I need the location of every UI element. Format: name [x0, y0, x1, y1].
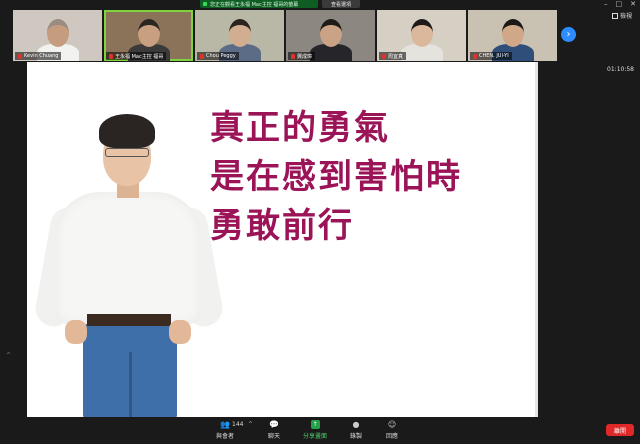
sharing-text: 您正在觀看王永福 Mac主控 福哥的螢幕	[210, 1, 299, 8]
record-icon: ●	[352, 420, 360, 429]
slide-edge	[535, 62, 538, 417]
participant-name-text: 王永福 Mac主控 福哥	[115, 53, 164, 60]
participant-face	[320, 19, 342, 47]
participant-tile[interactable]: 王永福 Mac主控 福哥	[104, 10, 193, 61]
mic-muted-icon	[18, 53, 22, 59]
participant-face	[47, 19, 69, 47]
participant-tile[interactable]: Kevin Chuang	[13, 10, 102, 61]
quote-line: 真正的勇氣	[210, 108, 390, 148]
meeting-timer: 01:10:58	[607, 66, 634, 73]
share-screen-icon: ↑	[310, 420, 320, 429]
minimize-icon[interactable]: –	[604, 0, 608, 8]
grid-view-icon	[611, 12, 618, 19]
record-label: 錄製	[350, 433, 363, 440]
chat-button[interactable]: 💬 聊天	[268, 420, 280, 440]
participant-gallery: Kevin Chuang 王永福 Mac主控 福哥 Chou Peggy 龔成璋 周宜真…	[13, 10, 557, 61]
participant-name: Kevin Chuang	[15, 52, 62, 60]
participant-face	[502, 19, 524, 47]
participant-face	[138, 19, 160, 47]
reaction-icon: ☺	[387, 420, 397, 429]
view-toggle-label: 檢視	[619, 13, 632, 20]
mic-muted-icon	[291, 53, 295, 59]
participant-name-text: 周宜真	[388, 53, 404, 60]
view-options-button[interactable]: 查看選項	[322, 0, 360, 8]
participant-name-text: 龔成璋	[297, 53, 313, 60]
sharing-indicator[interactable]: 您正在觀看王永福 Mac主控 福哥的螢幕	[200, 0, 318, 8]
gallery-next-button[interactable]: ›	[561, 27, 576, 42]
view-toggle-button[interactable]: 檢視	[611, 11, 632, 20]
participant-name: CHEN, JUI-YI	[470, 52, 512, 60]
quote-line: 是在感到害怕時	[210, 157, 462, 197]
chevron-up-icon[interactable]: ^	[6, 352, 11, 359]
reactions-label: 回應	[386, 433, 399, 440]
participant-tile[interactable]: Chou Peggy	[195, 10, 284, 61]
share-screen-label: 分享畫面	[303, 433, 328, 440]
chevron-right-icon: ›	[566, 29, 571, 40]
record-button[interactable]: ● 錄製	[350, 420, 362, 440]
participant-name-text: Kevin Chuang	[24, 53, 59, 59]
participants-count: 144	[232, 421, 244, 428]
mic-muted-icon	[473, 53, 477, 59]
slide-quote: 真正的勇氣 是在感到害怕時 勇敢前行	[210, 104, 462, 251]
participant-name: 龔成璋	[288, 52, 316, 60]
participant-name: 王永福 Mac主控 福哥	[106, 52, 167, 60]
chevron-up-icon[interactable]: ^	[248, 421, 253, 428]
presenter-photo	[32, 112, 226, 417]
participant-name: Chou Peggy	[197, 52, 239, 60]
participants-label: 與會者	[216, 433, 235, 440]
participant-name-text: CHEN, JUI-YI	[479, 53, 509, 59]
participant-tile[interactable]: CHEN, JUI-YI	[468, 10, 557, 61]
share-screen-button[interactable]: ↑ 分享畫面	[303, 420, 327, 440]
participant-name: 周宜真	[379, 52, 407, 60]
maximize-icon[interactable]: □	[616, 0, 623, 8]
participant-tile[interactable]: 周宜真	[377, 10, 466, 61]
close-icon[interactable]: ✕	[630, 0, 636, 8]
shared-screen: 真正的勇氣 是在感到害怕時 勇敢前行	[27, 62, 538, 417]
share-status-icon	[203, 2, 207, 6]
chat-icon: 💬	[269, 420, 279, 429]
leave-meeting-button[interactable]: 離開	[606, 424, 634, 436]
participant-name-text: Chou Peggy	[206, 53, 236, 59]
quote-line: 勇敢前行	[210, 206, 354, 246]
participant-face	[411, 19, 433, 47]
mic-muted-icon	[200, 53, 204, 59]
window-controls: – □ ✕	[604, 0, 636, 8]
mic-muted-icon	[109, 53, 113, 59]
meeting-toolbar: 👥 與會者 144 ^ 💬 聊天 ↑ 分享畫面 ● 錄製 ☺ 回應 離開	[0, 418, 640, 444]
mic-muted-icon	[382, 53, 386, 59]
participant-tile[interactable]: 龔成璋	[286, 10, 375, 61]
participant-face	[229, 19, 251, 47]
share-banner: 您正在觀看王永福 Mac主控 福哥的螢幕 查看選項 – □ ✕	[0, 0, 640, 9]
reactions-button[interactable]: ☺ 回應	[386, 420, 398, 440]
participants-icon: 👥	[220, 420, 230, 429]
chat-label: 聊天	[268, 433, 281, 440]
